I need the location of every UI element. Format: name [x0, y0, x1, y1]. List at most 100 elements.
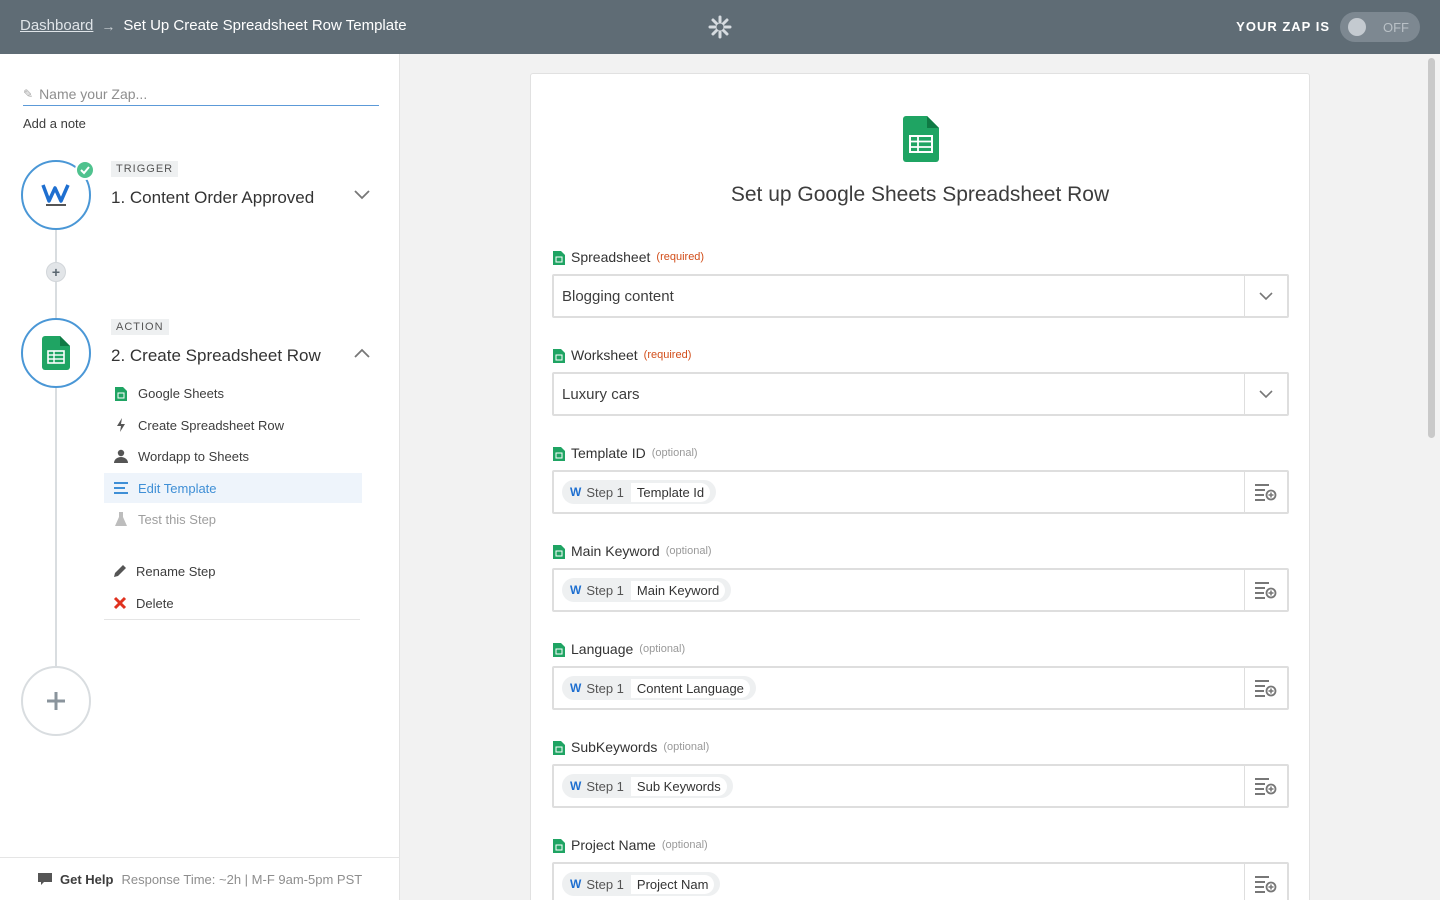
plus-icon — [47, 692, 65, 710]
project-name-field[interactable]: W Step 1 Project Nam — [552, 862, 1289, 900]
pill-field: Template Id — [630, 482, 711, 502]
field-label-text: Worksheet — [571, 347, 638, 363]
delete-step-button[interactable]: Delete — [104, 588, 362, 618]
zap-on-off-toggle[interactable]: OFF — [1340, 12, 1420, 42]
insert-field-button[interactable] — [1244, 668, 1287, 708]
top-bar: Dashboard → Set Up Create Spreadsheet Ro… — [0, 0, 1440, 54]
page-scrollbar[interactable] — [1428, 58, 1435, 438]
insert-field-button[interactable] — [1244, 766, 1287, 806]
sidebar-item-account[interactable]: Wordapp to Sheets — [104, 441, 362, 471]
panel-title: Set up Google Sheets Spreadsheet Row — [730, 183, 1110, 206]
add-note-link[interactable]: Add a note — [23, 116, 86, 131]
field-content: W Step 1 Content Language — [554, 676, 1244, 700]
pill-field: Content Language — [630, 678, 750, 698]
mapped-value-pill[interactable]: W Step 1 Main Keyword — [562, 578, 732, 602]
chat-icon — [38, 873, 52, 885]
google-sheets-icon — [42, 336, 70, 370]
subkeywords-field[interactable]: W Step 1 Sub Keywords — [552, 764, 1289, 808]
sidebar-item-label: Delete — [136, 595, 174, 611]
step-complete-check-icon — [75, 160, 95, 180]
field-label-text: Template ID — [571, 445, 646, 461]
field-label-text: Spreadsheet — [571, 249, 651, 265]
select-value: Luxury cars — [562, 385, 640, 403]
select-value: Blogging content — [562, 287, 674, 305]
action-step-circle[interactable] — [21, 318, 91, 388]
chevron-down-icon[interactable] — [1244, 276, 1287, 316]
get-help-link[interactable]: Get Help — [60, 872, 113, 887]
breadcrumb-current: Set Up Create Spreadsheet Row Template — [123, 17, 407, 34]
zapier-logo-icon[interactable] — [708, 15, 732, 39]
sheets-icon — [553, 838, 565, 853]
template-id-field[interactable]: W Step 1 Template Id — [552, 470, 1289, 514]
flask-icon — [104, 512, 138, 526]
wordapp-icon: W — [570, 583, 582, 597]
field-content: W Step 1 Template Id — [554, 480, 1244, 504]
chevron-down-icon[interactable] — [352, 184, 372, 204]
spreadsheet-select[interactable]: Blogging content — [552, 274, 1289, 318]
help-bar: Get Help Response Time: ~2h | M-F 9am-5p… — [0, 857, 400, 900]
optional-marker: (optional) — [661, 839, 708, 851]
zap-name-input[interactable] — [39, 85, 360, 102]
mapped-value-pill[interactable]: W Step 1 Content Language — [562, 676, 756, 700]
sidebar-item-edit-template[interactable]: Edit Template — [104, 473, 362, 503]
sidebar-item-app[interactable]: Google Sheets — [104, 378, 362, 408]
field-label-subkeywords: SubKeywords (optional) — [553, 739, 709, 755]
pill-step: Step 1 — [586, 680, 624, 696]
trigger-step-title[interactable]: 1. Content Order Approved — [111, 188, 314, 208]
breadcrumb: Dashboard → Set Up Create Spreadsheet Ro… — [20, 17, 407, 34]
bolt-icon — [104, 418, 138, 432]
list-add-icon — [1255, 484, 1277, 501]
pencil-icon: ✎ — [23, 86, 34, 101]
zap-status-label: YOUR ZAP IS — [1236, 19, 1330, 34]
pill-field: Main Keyword — [630, 580, 726, 600]
list-add-icon — [1255, 680, 1277, 697]
sidebar-item-label: Create Spreadsheet Row — [138, 417, 284, 433]
insert-field-button[interactable] — [1244, 472, 1287, 512]
divider — [104, 619, 360, 620]
worksheet-select[interactable]: Luxury cars — [552, 372, 1289, 416]
main-keyword-field[interactable]: W Step 1 Main Keyword — [552, 568, 1289, 612]
sidebar-item-label: Wordapp to Sheets — [138, 448, 250, 464]
sidebar: ✎ Add a note TRIGGER 1. Content Order Ap… — [0, 54, 400, 900]
language-field[interactable]: W Step 1 Content Language — [552, 666, 1289, 710]
sidebar-item-action-event[interactable]: Create Spreadsheet Row — [104, 410, 362, 440]
chevron-up-icon[interactable] — [352, 344, 372, 364]
rename-step-button[interactable]: Rename Step — [104, 556, 362, 586]
field-label-text: Language — [571, 641, 634, 657]
field-label-text: Main Keyword — [571, 543, 660, 559]
wordapp-icon: W — [570, 485, 582, 499]
sidebar-item-label: Google Sheets — [138, 385, 225, 401]
sidebar-item-test-step[interactable]: Test this Step — [104, 504, 362, 534]
insert-step-button[interactable]: + — [46, 262, 66, 282]
required-marker: (required) — [643, 349, 692, 361]
sidebar-item-label: Test this Step — [138, 511, 217, 527]
optional-marker: (optional) — [639, 643, 686, 655]
add-step-button[interactable] — [21, 666, 91, 736]
action-tag: ACTION — [111, 319, 169, 335]
wordapp-icon: W — [570, 779, 582, 793]
sheets-icon — [553, 348, 565, 363]
mapped-value-pill[interactable]: W Step 1 Project Nam — [562, 872, 721, 896]
dashboard-link[interactable]: Dashboard — [20, 17, 93, 34]
insert-field-button[interactable] — [1244, 864, 1287, 900]
pill-step: Step 1 — [586, 778, 624, 794]
optional-marker: (optional) — [651, 447, 698, 459]
trigger-tag: TRIGGER — [111, 161, 179, 177]
pill-step: Step 1 — [586, 582, 624, 598]
mapped-value-pill[interactable]: W Step 1 Template Id — [562, 480, 717, 504]
pill-field: Sub Keywords — [630, 776, 727, 796]
wordapp-icon: W — [570, 681, 582, 695]
chevron-down-icon[interactable] — [1244, 374, 1287, 414]
field-label-main-keyword: Main Keyword (optional) — [553, 543, 712, 559]
action-step-title[interactable]: 2. Create Spreadsheet Row — [111, 346, 321, 366]
list-add-icon — [1255, 582, 1277, 599]
toggle-knob — [1348, 18, 1366, 36]
sheets-icon — [553, 250, 565, 265]
list-add-icon — [1255, 778, 1277, 795]
field-label-text: SubKeywords — [571, 739, 658, 755]
insert-field-button[interactable] — [1244, 570, 1287, 610]
field-label-project-name: Project Name (optional) — [553, 837, 708, 853]
mapped-value-pill[interactable]: W Step 1 Sub Keywords — [562, 774, 733, 798]
zap-name-field[interactable]: ✎ — [23, 82, 379, 106]
sheets-icon — [553, 446, 565, 461]
